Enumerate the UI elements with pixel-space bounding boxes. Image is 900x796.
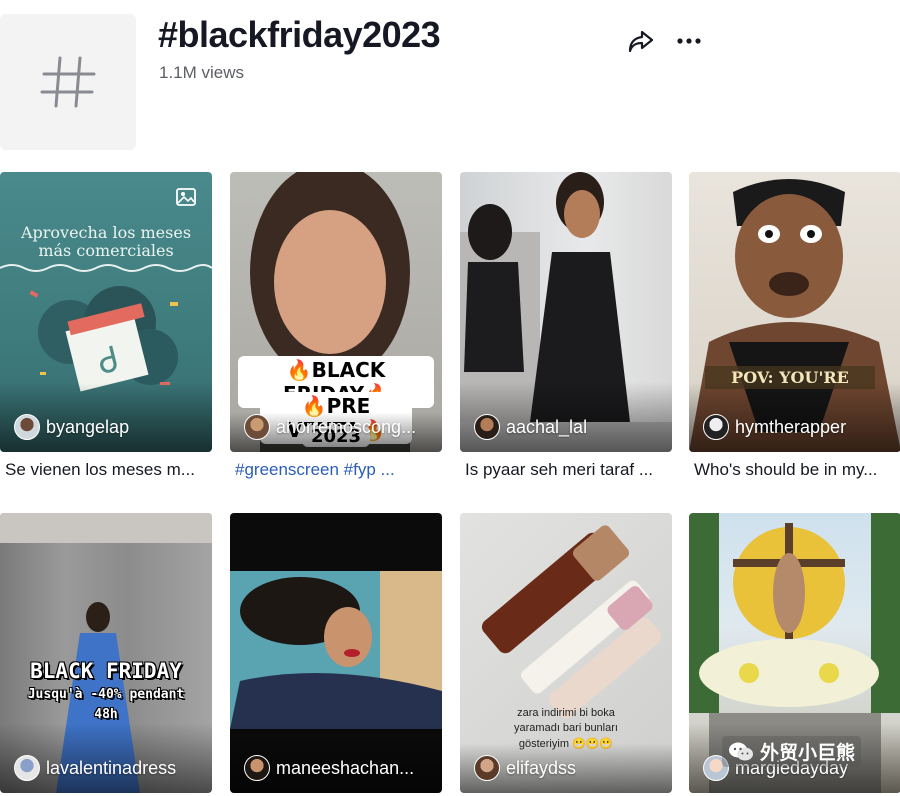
page-title: #blackfriday2023 bbox=[158, 14, 441, 55]
video-author[interactable]: ahorremoscong... bbox=[244, 414, 430, 440]
video-caption[interactable]: Who's should be in my... bbox=[694, 460, 899, 480]
author-name: hymtherapper bbox=[735, 416, 847, 437]
avatar bbox=[14, 755, 40, 781]
author-name: maneeshachan... bbox=[276, 757, 415, 778]
thumbnail-overlay-text: 48h bbox=[94, 707, 118, 722]
share-button[interactable] bbox=[626, 26, 656, 56]
avatar bbox=[474, 414, 500, 440]
author-name: ahorremoscong... bbox=[276, 416, 417, 437]
video-thumbnail[interactable]: aachal_lal bbox=[460, 172, 672, 452]
view-count: 1.1M views bbox=[159, 63, 245, 82]
author-name: byangelap bbox=[46, 416, 130, 437]
video-thumbnail[interactable]: POV: YOU'RE hymtherapper bbox=[689, 172, 900, 452]
video-thumbnail[interactable]: Aprovecha los meses más comerciales Ꮷ by… bbox=[0, 172, 212, 452]
avatar bbox=[703, 414, 729, 440]
thumbnail-overlay-text: BLACK FRIDAY bbox=[30, 659, 182, 683]
video-author[interactable]: maneeshachan... bbox=[244, 755, 430, 781]
video-card[interactable]: Aprovecha los meses más comerciales Ꮷ by… bbox=[0, 172, 212, 479]
watermark-text: 外贸小巨熊 bbox=[760, 743, 856, 764]
video-caption[interactable]: Se vienen los meses m... bbox=[5, 460, 210, 480]
hashtag-icon bbox=[40, 56, 96, 108]
video-card[interactable]: zara indirimi bi boka yaramadı bari bunl… bbox=[460, 513, 672, 793]
video-card[interactable]: BLACK FRIDAY Jusqu'à -40% pendant 48h la… bbox=[0, 513, 212, 793]
avatar bbox=[14, 414, 40, 440]
avatar bbox=[244, 755, 270, 781]
author-name: aachal_lal bbox=[506, 416, 588, 437]
video-thumbnail[interactable]: zara indirimi bi boka yaramadı bari bunl… bbox=[460, 513, 672, 793]
video-card[interactable]: POV: YOU'RE hymtherapper Who's should be… bbox=[689, 172, 900, 479]
video-thumbnail[interactable]: 🔥BLACK FRIDAY🔥 🔥PRE VENTA🔥 2023 ahorremo… bbox=[230, 172, 442, 452]
photo-icon bbox=[176, 188, 196, 206]
wechat-icon bbox=[729, 742, 753, 760]
video-author[interactable]: byangelap bbox=[14, 414, 200, 440]
more-options-button[interactable] bbox=[673, 24, 705, 56]
video-author[interactable]: lavalentinadress bbox=[14, 755, 200, 781]
author-name: elifaydss bbox=[506, 757, 577, 778]
video-caption[interactable]: #greenscreen #fyp ... bbox=[235, 460, 440, 480]
avatar bbox=[244, 414, 270, 440]
thumbnail-overlay-text: Jusqu'à -40% pendant bbox=[27, 687, 185, 702]
video-thumbnail[interactable]: maneeshachan... bbox=[230, 513, 442, 793]
video-author[interactable]: hymtherapper bbox=[703, 414, 889, 440]
video-author[interactable]: aachal_lal bbox=[474, 414, 660, 440]
thumbnail-person bbox=[230, 571, 442, 729]
thumbnail-overlay-text: yaramadı bari bunları bbox=[514, 722, 618, 734]
more-icon bbox=[677, 38, 701, 44]
share-icon bbox=[628, 30, 654, 53]
video-card[interactable]: maneeshachan... bbox=[230, 513, 442, 793]
avatar bbox=[474, 755, 500, 781]
video-card[interactable]: 🔥BLACK FRIDAY🔥 🔥PRE VENTA🔥 2023 ahorremo… bbox=[230, 172, 442, 479]
video-caption[interactable]: Is pyaar seh meri taraf ... bbox=[465, 460, 670, 480]
thumbnail-overlay-text: zara indirimi bi boka bbox=[517, 707, 615, 719]
hashtag-thumbnail bbox=[0, 14, 136, 150]
video-thumbnail[interactable]: BLACK FRIDAY Jusqu'à -40% pendant 48h la… bbox=[0, 513, 212, 793]
watermark: 外贸小巨熊 bbox=[722, 736, 862, 767]
video-card[interactable]: aachal_lal Is pyaar seh meri taraf ... bbox=[460, 172, 672, 479]
author-name: lavalentinadress bbox=[46, 757, 177, 778]
video-author[interactable]: elifaydss bbox=[474, 755, 660, 781]
